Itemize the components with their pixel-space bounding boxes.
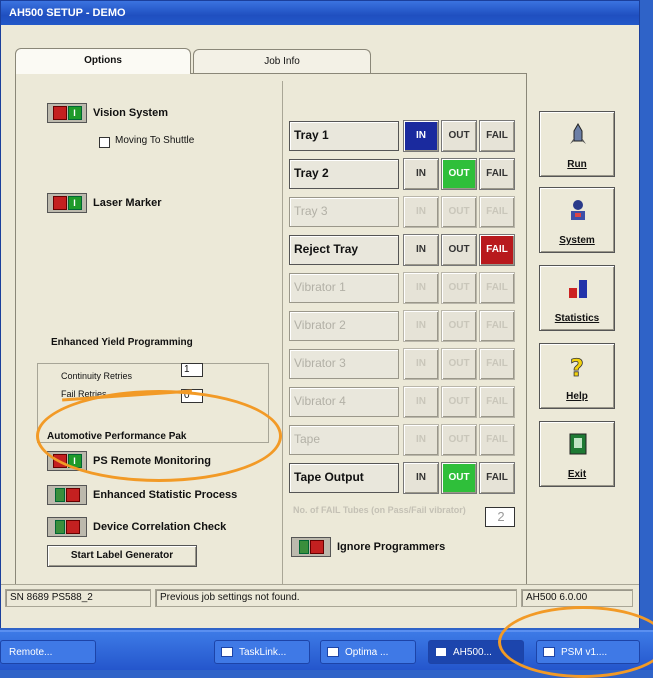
run-button-label: Run [567,159,587,170]
tray-label: Tray 2 [289,159,399,189]
tray-fail-button[interactable]: FAIL [479,272,515,304]
window-icon [435,647,447,657]
moving-to-shuttle-checkbox[interactable] [99,137,110,148]
operator-icon [571,200,585,220]
rocket-icon [570,122,586,144]
exit-button[interactable]: Exit [539,421,615,487]
tray-in-button[interactable]: IN [403,234,439,266]
tasklink-icon [221,647,233,657]
tab-job-info-label: Job Info [264,56,300,67]
tray-out-button[interactable]: OUT [441,158,477,190]
enhanced-statistic-label: Enhanced Statistic Process [93,489,238,501]
tray-out-button[interactable]: OUT [441,424,477,456]
exit-button-label: Exit [567,469,587,480]
tray-in-button[interactable]: IN [403,158,439,190]
tray-fail-button[interactable]: FAIL [479,462,515,494]
annotation-ellipse-automotive [36,390,282,482]
ignore-programmers-label: Ignore Programmers [337,541,446,553]
statistics-button[interactable]: Statistics [539,265,615,331]
device-correlation-label: Device Correlation Check [93,521,227,533]
vision-system-toggle[interactable]: I [47,103,87,123]
taskbar-optima-label: Optima ... [345,647,389,658]
tray-label: Vibrator 4 [289,387,399,417]
question-icon: ? [570,354,585,378]
tab-job-info[interactable]: Job Info [193,49,371,73]
system-button[interactable]: System [539,187,615,253]
ignore-programmers-toggle[interactable] [291,537,331,557]
tray-label: Reject Tray [289,235,399,265]
tray-out-button[interactable]: OUT [441,120,477,152]
serial-number: SN 8689 PS588_2 [5,589,151,607]
tray-fail-button[interactable]: FAIL [479,310,515,342]
svg-text:?: ? [570,354,584,378]
tray-fail-button[interactable]: FAIL [479,348,515,380]
fail-tubes-label: No. of FAIL Tubes (on Pass/Fail vibrator… [293,505,466,515]
tray-fail-button[interactable]: FAIL [479,120,515,152]
tray-in-button[interactable]: IN [403,424,439,456]
enhanced-yield-title: Enhanced Yield Programming [51,337,193,348]
tray-out-button[interactable]: OUT [441,462,477,494]
tray-fail-button[interactable]: FAIL [479,158,515,190]
door-icon [569,433,587,455]
run-button[interactable]: Run [539,111,615,177]
vision-system-label: Vision System [93,107,168,119]
client-area: Options Job Info I Vision System Moving … [1,25,639,628]
device-correlation-toggle[interactable] [47,517,87,537]
statistics-button-label: Statistics [554,313,600,324]
tray-label: Vibrator 2 [289,311,399,341]
moving-to-shuttle-label: Moving To Shuttle [115,135,195,146]
tray-in-button[interactable]: IN [403,272,439,304]
taskbar-item-remote[interactable]: Remote... [0,640,96,664]
help-button[interactable]: ? Help [539,343,615,409]
tray-in-button[interactable]: IN [403,310,439,342]
tray-in-button[interactable]: IN [403,120,439,152]
start-label-generator-label: Start Label Generator [70,550,174,561]
tray-fail-button[interactable]: FAIL [479,424,515,456]
tray-in-button[interactable]: IN [403,462,439,494]
tray-out-button[interactable]: OUT [441,234,477,266]
tray-label: Tape [289,425,399,455]
tab-options-label: Options [84,55,122,66]
tray-out-button[interactable]: OUT [441,310,477,342]
continuity-retries-label: Continuity Retries [61,371,133,381]
tray-fail-button[interactable]: FAIL [479,234,515,266]
window-icon [327,647,339,657]
taskbar-remote-label: Remote... [9,647,53,658]
enhanced-statistic-toggle[interactable] [47,485,87,505]
start-label-generator-button[interactable]: Start Label Generator [47,545,197,567]
tray-out-button[interactable]: OUT [441,348,477,380]
tray-out-button[interactable]: OUT [441,272,477,304]
bar-chart-icon [569,280,587,298]
tray-label: Tape Output [289,463,399,493]
taskbar-tasklink-label: TaskLink... [239,647,287,658]
tray-label: Tray 1 [289,121,399,151]
tray-out-button[interactable]: OUT [441,386,477,418]
tray-in-button[interactable]: IN [403,196,439,228]
tray-in-button[interactable]: IN [403,348,439,380]
taskbar-item-tasklink[interactable]: TaskLink... [214,640,310,664]
fail-tubes-input[interactable]: 2 [485,507,515,527]
help-button-label: Help [566,391,588,402]
status-message: Previous job settings not found. [155,589,517,607]
laser-marker-toggle[interactable]: I [47,193,87,213]
taskbar-item-optima[interactable]: Optima ... [320,640,416,664]
app-window: AH500 SETUP - DEMO Options Job Info I Vi… [0,0,640,628]
tray-in-button[interactable]: IN [403,386,439,418]
tray-label: Vibrator 1 [289,273,399,303]
tab-options[interactable]: Options [15,48,191,74]
tray-label: Tray 3 [289,197,399,227]
tray-out-button[interactable]: OUT [441,196,477,228]
system-button-label: System [559,235,595,246]
version-label: AH500 6.0.00 [521,589,633,607]
continuity-retries-input[interactable]: 1 [181,363,203,377]
window-title: AH500 SETUP - DEMO [9,7,126,19]
taskbar-ah500-label: AH500... [453,647,492,658]
tray-fail-button[interactable]: FAIL [479,386,515,418]
title-bar: AH500 SETUP - DEMO [1,1,639,25]
tray-label: Vibrator 3 [289,349,399,379]
tray-divider [282,81,283,593]
laser-marker-label: Laser Marker [93,197,162,209]
tray-fail-button[interactable]: FAIL [479,196,515,228]
